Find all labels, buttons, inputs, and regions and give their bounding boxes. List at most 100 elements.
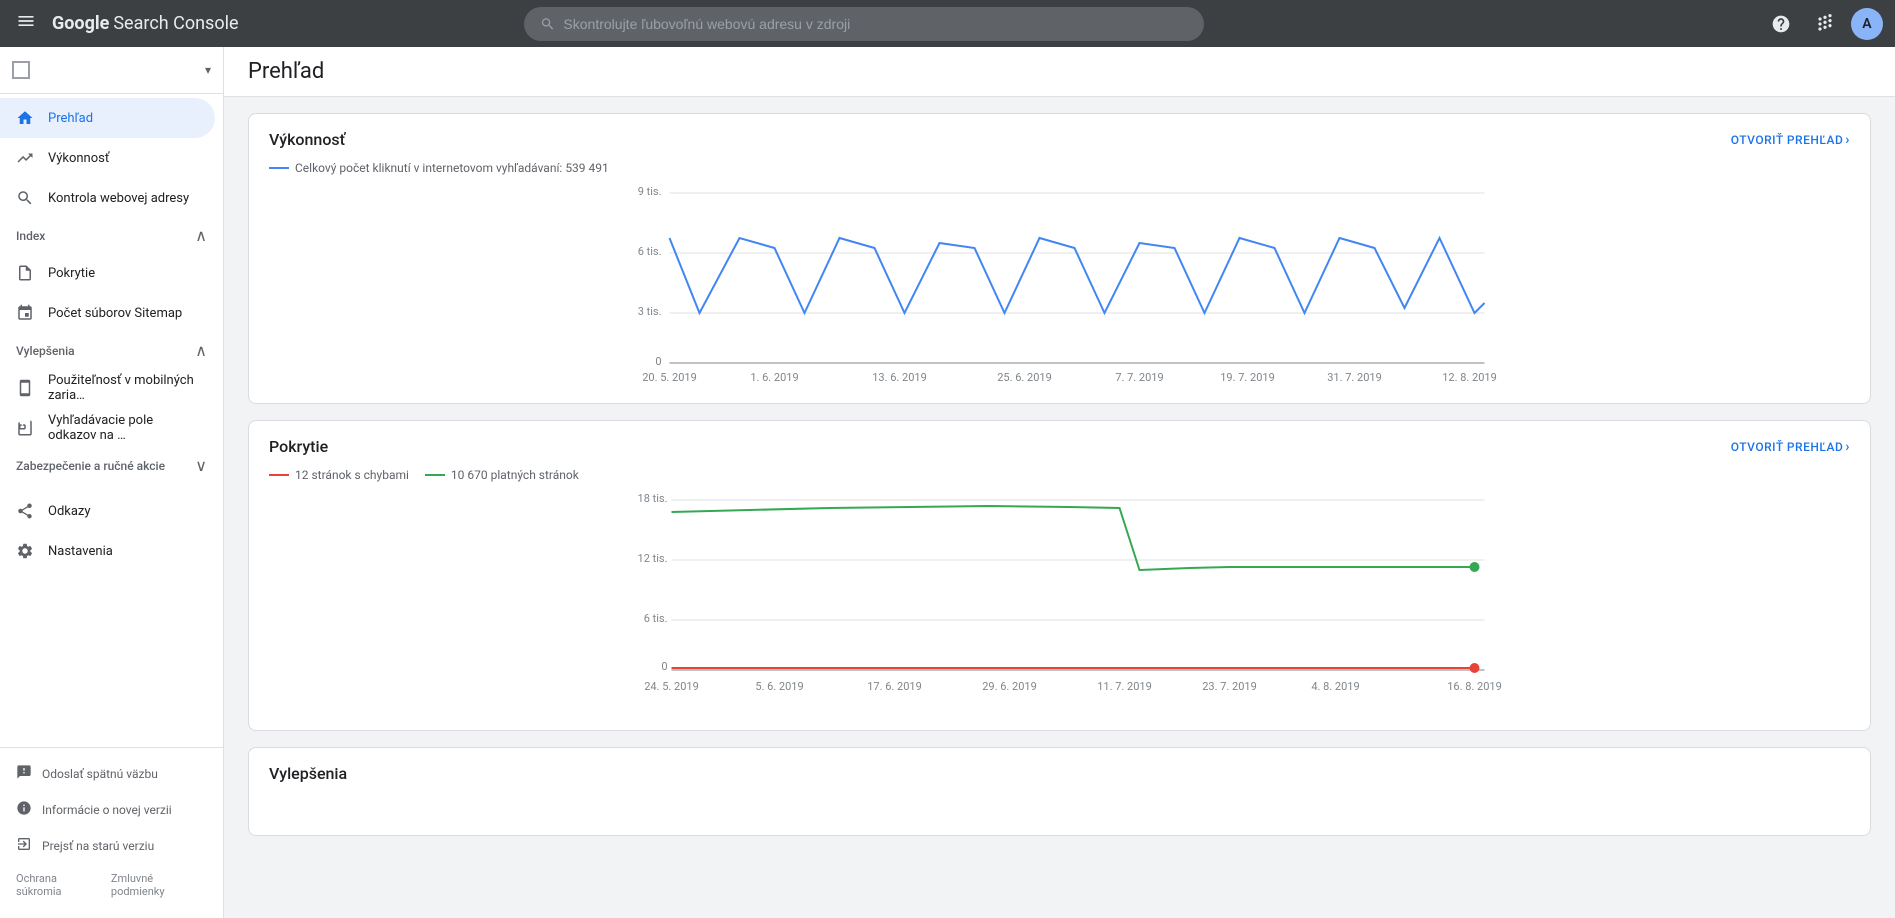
apps-button[interactable] xyxy=(1807,6,1843,42)
performance-card-link[interactable]: OTVORIŤ PREHĽAD › xyxy=(1731,132,1850,148)
sidebar-item-odkazy-label: Odkazy xyxy=(48,504,91,519)
pokrytie-errors-dot xyxy=(1470,663,1480,673)
sidebar-item-stara-verzia-label: Prejsť na starú verziu xyxy=(42,839,154,853)
sidebar-footer: Odoslať spätnú väzbu Informácie o novej … xyxy=(0,747,223,918)
x-label-6: 19. 7. 2019 xyxy=(1220,371,1275,384)
search-box-icon xyxy=(16,419,36,437)
performance-chart: 9 tis. 6 tis. 3 tis. 0 20. 5. 2019 1 xyxy=(269,183,1850,383)
performance-link-chevron-icon: › xyxy=(1845,132,1850,148)
privacy-link[interactable]: Ochrana súkromia xyxy=(16,872,103,898)
user-avatar[interactable]: A xyxy=(1851,8,1883,40)
sidebar-item-vyhladavacie[interactable]: Vyhľadávacie pole odkazov na … xyxy=(0,408,215,448)
vylepsenia-card-title: Vylepšenia xyxy=(269,764,347,783)
sidebar-item-nastavenia[interactable]: Nastavenia xyxy=(0,531,215,571)
sidebar-item-vyhladavacie-label: Vyhľadávacie pole odkazov na … xyxy=(48,413,199,443)
mobile-icon xyxy=(16,379,36,397)
sidebar-item-nastavenia-label: Nastavenia xyxy=(48,544,113,559)
x-label-p4: 29. 6. 2019 xyxy=(982,680,1037,693)
sidebar-item-nova-verzia-label: Informácie o novej verzii xyxy=(42,803,172,817)
main-content: Prehľad Výkonnosť OTVORIŤ PREHĽAD › Celk… xyxy=(224,47,1895,918)
pokrytie-errors-legend-line xyxy=(269,474,289,476)
info-icon xyxy=(16,800,32,820)
pokrytie-chart-container: 18 tis. 12 tis. 6 tis. 0 xyxy=(249,490,1870,730)
pokrytie-chart: 18 tis. 12 tis. 6 tis. 0 xyxy=(269,490,1850,710)
sidebar-item-nova-verzia[interactable]: Informácie o novej verzii xyxy=(0,792,223,828)
pokrytie-card-header: Pokrytie OTVORIŤ PREHĽAD › xyxy=(249,421,1870,464)
x-label-4: 25. 6. 2019 xyxy=(997,371,1052,384)
x-label-2: 1. 6. 2019 xyxy=(750,371,798,384)
terms-link[interactable]: Zmluvné podmienky xyxy=(111,872,207,898)
x-label-5: 7. 7. 2019 xyxy=(1115,371,1163,384)
x-label-7: 31. 7. 2019 xyxy=(1327,371,1382,384)
search-input[interactable] xyxy=(563,16,1188,32)
zabezpecenie-section-header[interactable]: Zabezpečenie a ručné akcie ∨ xyxy=(0,448,223,483)
zabezpecenie-section-label: Zabezpečenie a ručné akcie xyxy=(16,459,165,473)
exit-icon xyxy=(16,836,32,856)
topbar-right: A xyxy=(1763,6,1883,42)
page-header: Prehľad xyxy=(224,47,1895,97)
vylepsenia-card-header: Vylepšenia xyxy=(249,748,1870,795)
app-logo: Google Search Console xyxy=(52,13,239,34)
sidebar-item-prehlad[interactable]: Prehľad xyxy=(0,98,215,138)
property-selector[interactable]: ▾ xyxy=(0,47,223,94)
logo-google: Google xyxy=(52,13,109,34)
sidebar-item-pokrytie[interactable]: Pokrytie xyxy=(0,253,215,293)
search-icon xyxy=(540,16,555,32)
sidebar-item-kontrola-label: Kontrola webovej adresy xyxy=(48,191,189,206)
sidebar-item-prehlad-label: Prehľad xyxy=(48,111,93,126)
sidebar-item-sitemap[interactable]: Počet súborov Sitemap xyxy=(0,293,215,333)
pokrytie-link-chevron-icon: › xyxy=(1845,439,1850,455)
menu-icon[interactable] xyxy=(12,7,40,40)
file-icon xyxy=(16,264,36,282)
sidebar-legal: Ochrana súkromia Zmluvné podmienky xyxy=(0,864,223,910)
y-label-9: 9 tis. xyxy=(638,185,662,198)
vylepsenia-chevron-icon: ∧ xyxy=(195,341,207,360)
pokrytie-errors-label: 12 stránok s chybami xyxy=(295,468,409,482)
index-section-label: Index xyxy=(16,229,45,243)
vylepsenia-card: Vylepšenia xyxy=(248,747,1871,836)
y-label-0: 0 xyxy=(661,660,667,673)
property-chevron-icon[interactable]: ▾ xyxy=(205,63,211,77)
y-label-12: 12 tis. xyxy=(638,552,668,565)
performance-legend: Celkový počet kliknutí v internetovom vy… xyxy=(249,157,1870,183)
x-label-p5: 11. 7. 2019 xyxy=(1097,680,1152,693)
x-label-p7: 4. 8. 2019 xyxy=(1311,680,1359,693)
pokrytie-card-link[interactable]: OTVORIŤ PREHĽAD › xyxy=(1731,439,1850,455)
search-bar xyxy=(524,7,1204,41)
topbar: Google Search Console A xyxy=(0,0,1895,47)
pokrytie-card-title: Pokrytie xyxy=(269,437,328,456)
x-label-1: 20. 5. 2019 xyxy=(642,371,697,384)
help-button[interactable] xyxy=(1763,6,1799,42)
performance-chart-container: 9 tis. 6 tis. 3 tis. 0 20. 5. 2019 1 xyxy=(249,183,1870,403)
sidebar: ▾ Prehľad Výkonnosť Ko xyxy=(0,47,224,918)
performance-card-header: Výkonnosť OTVORIŤ PREHĽAD › xyxy=(249,114,1870,157)
performance-card: Výkonnosť OTVORIŤ PREHĽAD › Celkový poče… xyxy=(248,113,1871,404)
vylepsenia-section-header[interactable]: Vylepšenia ∧ xyxy=(0,333,223,368)
x-label-8: 12. 8. 2019 xyxy=(1442,371,1497,384)
index-section-header[interactable]: Index ∧ xyxy=(0,218,223,253)
y-label-3: 3 tis. xyxy=(638,305,662,318)
share-icon xyxy=(16,502,36,520)
pokrytie-legend: 12 stránok s chybami 10 670 platných str… xyxy=(249,464,1870,490)
layout: ▾ Prehľad Výkonnosť Ko xyxy=(0,47,1895,918)
trending-icon xyxy=(16,149,36,167)
sidebar-item-odkazy[interactable]: Odkazy xyxy=(0,491,215,531)
y-label-6: 6 tis. xyxy=(644,612,668,625)
pokrytie-valid-label: 10 670 platných stránok xyxy=(451,468,579,482)
pokrytie-legend-valid: 10 670 platných stránok xyxy=(425,468,579,482)
sidebar-item-feedback[interactable]: Odoslať spätnú väzbu xyxy=(0,756,223,792)
sidebar-item-mobilne[interactable]: Použiteľnosť v mobilných zaria… xyxy=(0,368,215,408)
sidebar-item-vykonnost-label: Výkonnosť xyxy=(48,151,109,166)
pokrytie-legend-errors: 12 stránok s chybami xyxy=(269,468,409,482)
sidebar-item-vykonnost[interactable]: Výkonnosť xyxy=(0,138,215,178)
content-area: Výkonnosť OTVORIŤ PREHĽAD › Celkový poče… xyxy=(224,97,1895,852)
pokrytie-valid-dot xyxy=(1470,562,1480,572)
y-label-0: 0 xyxy=(655,355,661,368)
sidebar-item-kontrola[interactable]: Kontrola webovej adresy xyxy=(0,178,215,218)
x-label-p6: 23. 7. 2019 xyxy=(1202,680,1257,693)
sidebar-item-stara-verzia[interactable]: Prejsť na starú verziu xyxy=(0,828,223,864)
performance-line xyxy=(670,238,1485,313)
sidebar-nav: Prehľad Výkonnosť Kontrola webovej adres… xyxy=(0,94,223,747)
performance-link-text: OTVORIŤ PREHĽAD xyxy=(1731,133,1844,147)
x-label-3: 13. 6. 2019 xyxy=(872,371,927,384)
